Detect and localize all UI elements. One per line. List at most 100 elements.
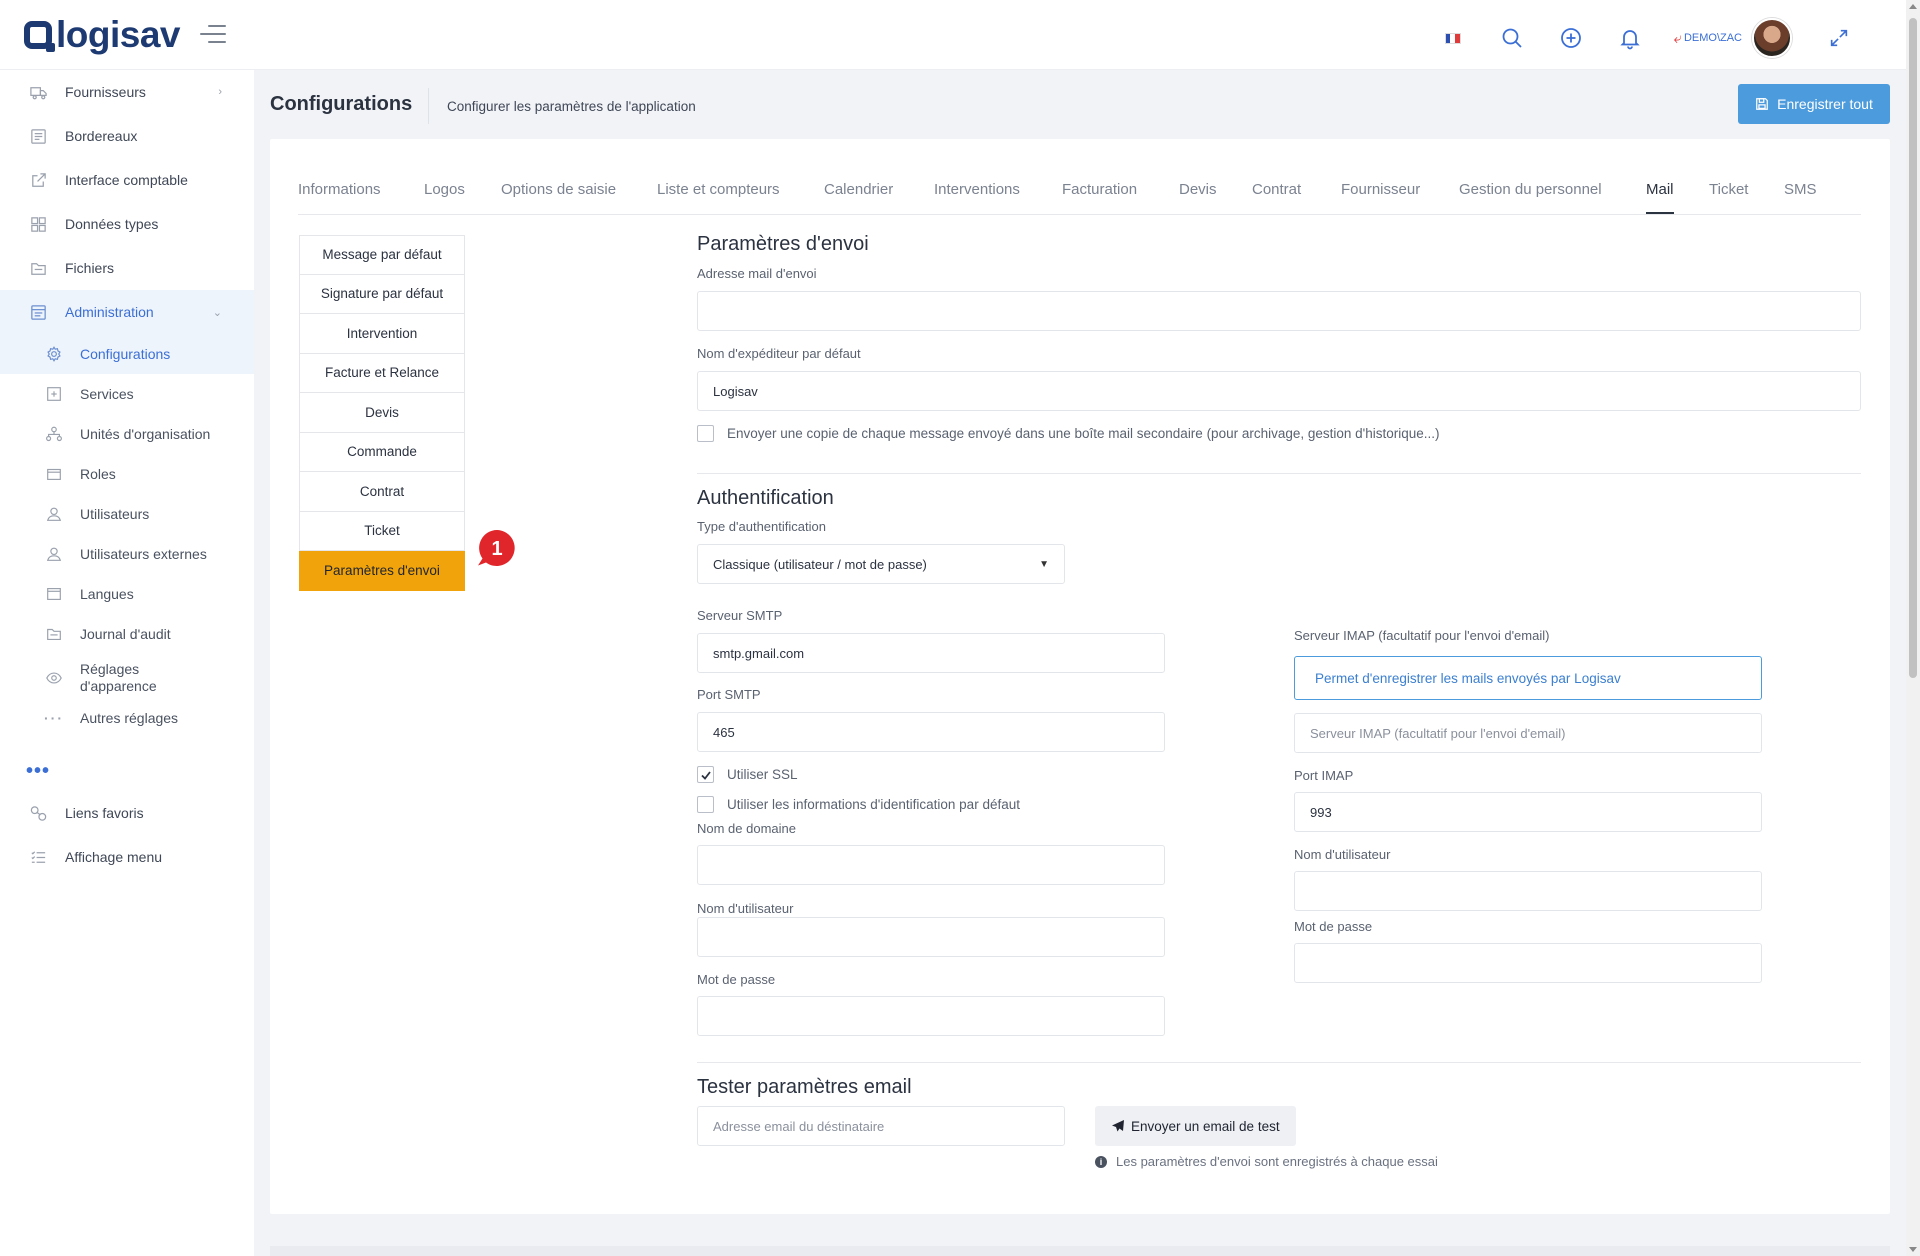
more-dots-icon[interactable]: ••• xyxy=(26,760,50,783)
password-input[interactable] xyxy=(697,996,1165,1036)
address-input[interactable] xyxy=(697,291,1861,331)
user-icon xyxy=(44,504,64,524)
mail-menu-parametres-envoi[interactable]: Paramètres d'envoi xyxy=(299,551,465,591)
mail-menu-intervention[interactable]: Intervention xyxy=(299,314,465,354)
section-title-auth: Authentification xyxy=(697,487,834,509)
sidebar-sub-label: Autres réglages xyxy=(80,710,179,726)
flag-fr-icon[interactable] xyxy=(1444,32,1461,44)
sidebar-sub-configurations[interactable]: Configurations xyxy=(0,334,254,374)
scrollbar-thumb[interactable] xyxy=(1909,18,1917,678)
next-card-edge xyxy=(270,1246,1890,1256)
mail-menu-message-defaut[interactable]: Message par défaut xyxy=(299,235,465,275)
language-icon xyxy=(44,584,64,604)
tab-logos[interactable]: Logos xyxy=(424,181,465,198)
mail-menu-signature-defaut[interactable]: Signature par défaut xyxy=(299,274,465,314)
top-bar: logisav ⤶ DEMO\ZAC xyxy=(0,0,1906,70)
imap-port-input[interactable] xyxy=(1294,792,1762,832)
tab-mail[interactable]: Mail xyxy=(1646,181,1674,214)
tab-sms[interactable]: SMS xyxy=(1784,181,1817,198)
sidebar-item-interface-comptable[interactable]: Interface comptable xyxy=(0,158,254,202)
sidebar-sub-langues[interactable]: Langues xyxy=(0,574,254,614)
imap-server-input[interactable] xyxy=(1294,713,1762,753)
username-input[interactable] xyxy=(697,917,1165,957)
mail-menu-devis[interactable]: Devis xyxy=(299,393,465,433)
sidebar-sub-label: Utilisateurs xyxy=(80,506,150,522)
imap-username-input[interactable] xyxy=(1294,871,1762,911)
scroll-up-icon[interactable] xyxy=(1909,4,1917,9)
mail-menu-commande[interactable]: Commande xyxy=(299,432,465,472)
mail-menu-ticket[interactable]: Ticket xyxy=(299,511,465,551)
tab-facturation[interactable]: Facturation xyxy=(1062,181,1137,198)
sidebar-sub-label: Configurations xyxy=(80,346,171,362)
tab-calendrier[interactable]: Calendrier xyxy=(824,181,893,198)
external-link-icon xyxy=(28,170,48,190)
sidebar-sub-reglages-apparence[interactable]: Réglages d'apparence xyxy=(0,654,254,702)
sidebar-sub-journal-audit[interactable]: Journal d'audit xyxy=(0,614,254,654)
username-label: Nom d'utilisateur xyxy=(697,901,794,916)
domain-input[interactable] xyxy=(697,845,1165,885)
send-test-button[interactable]: Envoyer un email de test xyxy=(1095,1106,1296,1146)
copy-label: Envoyer une copie de chaque message envo… xyxy=(727,426,1440,441)
smtp-port-label: Port SMTP xyxy=(697,687,761,702)
scroll-down-icon[interactable] xyxy=(1909,1247,1917,1252)
sidebar-sub-unites[interactable]: Unités d'organisation xyxy=(0,414,254,454)
sidebar-item-fichiers[interactable]: Fichiers xyxy=(0,246,254,290)
default-cred-checkbox[interactable]: Utiliser les informations d'identificati… xyxy=(697,796,1020,813)
tab-options-saisie[interactable]: Options de saisie xyxy=(501,181,616,198)
bell-icon[interactable] xyxy=(1615,23,1645,53)
recipient-input[interactable] xyxy=(697,1106,1065,1146)
smtp-server-input[interactable] xyxy=(697,633,1165,673)
sidebar-item-affichage-menu[interactable]: Affichage menu xyxy=(0,835,254,879)
mail-menu-contrat[interactable]: Contrat xyxy=(299,472,465,512)
tab-informations[interactable]: Informations xyxy=(298,181,381,198)
auth-type-select[interactable]: Classique (utilisateur / mot de passe) ▼ xyxy=(697,544,1065,584)
expand-icon[interactable] xyxy=(1828,27,1850,49)
tab-ticket[interactable]: Ticket xyxy=(1709,181,1748,198)
sidebar-item-label: Administration xyxy=(65,304,154,320)
search-icon[interactable] xyxy=(1497,23,1527,53)
default-cred-label: Utiliser les informations d'identificati… xyxy=(727,797,1020,812)
title-divider xyxy=(428,88,429,124)
smtp-port-input[interactable] xyxy=(697,712,1165,752)
sidebar-item-fournisseurs[interactable]: Fournisseurs › xyxy=(0,70,254,114)
sender-input[interactable] xyxy=(697,371,1861,411)
page-scrollbar[interactable] xyxy=(1906,0,1920,1256)
user-external-icon xyxy=(44,544,64,564)
list-icon xyxy=(28,847,48,867)
avatar[interactable] xyxy=(1752,18,1792,58)
impersonation-badge[interactable]: ⤶ DEMO\ZAC xyxy=(1674,30,1742,47)
mail-menu-facture-relance[interactable]: Facture et Relance xyxy=(299,353,465,393)
save-all-button[interactable]: Enregistrer tout xyxy=(1738,84,1890,124)
sidebar-sub-services[interactable]: Services xyxy=(0,374,254,414)
test-hint-text: Les paramètres d'envoi sont enregistrés … xyxy=(1116,1154,1438,1169)
sidebar-item-administration[interactable]: Administration ⌄ xyxy=(0,290,254,334)
section-title-test: Tester paramètres email xyxy=(697,1076,912,1098)
sidebar-sub-utilisateurs[interactable]: Utilisateurs xyxy=(0,494,254,534)
tab-contrat[interactable]: Contrat xyxy=(1252,181,1301,198)
tab-fournisseur[interactable]: Fournisseur xyxy=(1341,181,1420,198)
app-logo[interactable]: logisav xyxy=(24,14,181,56)
sidebar-sub-utilisateurs-externes[interactable]: Utilisateurs externes xyxy=(0,534,254,574)
sidebar-sub-label: Unités d'organisation xyxy=(80,426,211,442)
sidebar-item-liens-favoris[interactable]: Liens favoris xyxy=(0,791,254,835)
tab-devis[interactable]: Devis xyxy=(1179,181,1217,198)
tab-interventions[interactable]: Interventions xyxy=(934,181,1020,198)
sidebar-sub-autres-reglages[interactable]: ··· Autres réglages xyxy=(0,702,254,734)
sidebar-sub-roles[interactable]: Roles xyxy=(0,454,254,494)
imap-server-label: Serveur IMAP (facultatif pour l'envoi d'… xyxy=(1294,628,1550,643)
plus-circle-icon[interactable] xyxy=(1556,23,1586,53)
sidebar-item-label: Interface comptable xyxy=(65,172,188,188)
user-label: DEMO\ZAC xyxy=(1683,32,1742,44)
tab-liste-compteurs[interactable]: Liste et compteurs xyxy=(657,181,780,198)
ssl-checkbox[interactable]: Utiliser SSL xyxy=(697,766,798,783)
menu-toggle-icon[interactable] xyxy=(200,25,226,45)
copy-checkbox[interactable]: Envoyer une copie de chaque message envo… xyxy=(697,425,1440,442)
config-tabs: Informations Logos Options de saisie Lis… xyxy=(298,169,1861,215)
sidebar-item-donnees-types[interactable]: Données types xyxy=(0,202,254,246)
sidebar-sub-label: Roles xyxy=(80,466,116,482)
imap-password-input[interactable] xyxy=(1294,943,1762,983)
tab-gestion-personnel[interactable]: Gestion du personnel xyxy=(1459,181,1602,198)
mail-menu: Message par défaut Signature par défaut … xyxy=(299,235,465,591)
sidebar-item-bordereaux[interactable]: Bordereaux xyxy=(0,114,254,158)
eye-icon xyxy=(44,668,64,688)
